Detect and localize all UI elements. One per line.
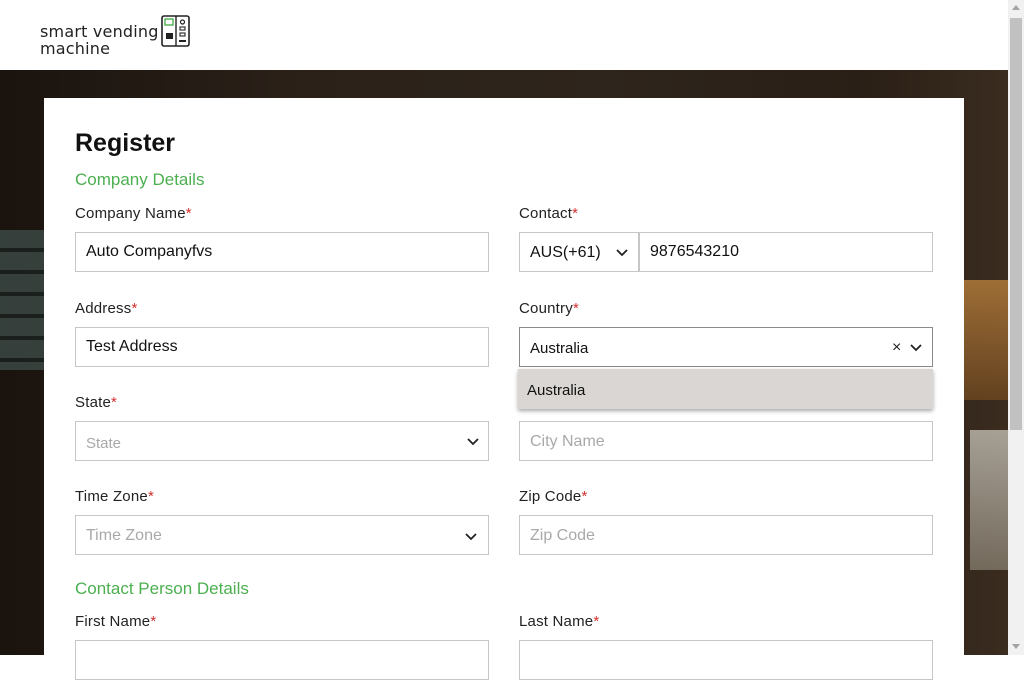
- top-header: smart vending machine: [0, 0, 1008, 70]
- scrollbar-thumb[interactable]: [1010, 18, 1022, 430]
- page-title: Register: [75, 129, 176, 157]
- time-zone-label: Time Zone*: [75, 488, 154, 505]
- last-name-label: Last Name*: [519, 613, 600, 630]
- company-details-heading: Company Details: [75, 170, 205, 189]
- country-select[interactable]: Australia ×: [519, 327, 933, 367]
- background-shelf-right-lower: [970, 430, 1008, 570]
- company-name-label: Company Name*: [75, 205, 192, 222]
- page-scrollbar[interactable]: [1008, 0, 1024, 655]
- background-shelf-right: [964, 280, 1008, 400]
- country-label: Country*: [519, 300, 579, 317]
- country-option-australia[interactable]: Australia: [527, 382, 585, 399]
- contact-person-heading: Contact Person Details: [75, 579, 249, 598]
- city-input[interactable]: City Name: [519, 421, 933, 461]
- logo-line-2: machine: [40, 39, 111, 58]
- last-name-input[interactable]: [519, 640, 933, 680]
- chevron-down-icon: [616, 249, 628, 257]
- address-label: Address*: [75, 300, 138, 317]
- time-zone-select[interactable]: Time Zone: [75, 515, 489, 555]
- logo-line-1: smart vending: [40, 22, 159, 41]
- state-label: State*: [75, 394, 118, 411]
- register-card: Register Company Details Company Name* A…: [44, 98, 964, 680]
- zip-code-label: Zip Code*: [519, 488, 588, 505]
- vending-machine-icon: [161, 15, 190, 47]
- country-code-select[interactable]: AUS(+61): [519, 232, 639, 272]
- logo-text[interactable]: smart vending machine: [40, 23, 159, 57]
- zip-code-input[interactable]: Zip Code: [519, 515, 933, 555]
- address-input[interactable]: Test Address: [75, 327, 489, 367]
- first-name-label: First Name*: [75, 613, 157, 630]
- scroll-up-arrow-icon[interactable]: [1012, 5, 1020, 10]
- first-name-input[interactable]: [75, 640, 489, 680]
- state-select[interactable]: State: [75, 421, 489, 461]
- contact-label: Contact*: [519, 205, 579, 222]
- background-shelf-left: [0, 230, 46, 370]
- clear-selection-icon[interactable]: ×: [892, 339, 901, 357]
- company-name-input[interactable]: Auto Companyfvs: [75, 232, 489, 272]
- scroll-down-arrow-icon[interactable]: [1012, 644, 1020, 649]
- chevron-down-icon: [465, 533, 477, 541]
- chevron-down-icon[interactable]: [910, 344, 922, 352]
- chevron-down-icon: [467, 438, 479, 446]
- country-dropdown-menu: Australia: [518, 369, 933, 409]
- contact-number-input[interactable]: 9876543210: [639, 232, 933, 272]
